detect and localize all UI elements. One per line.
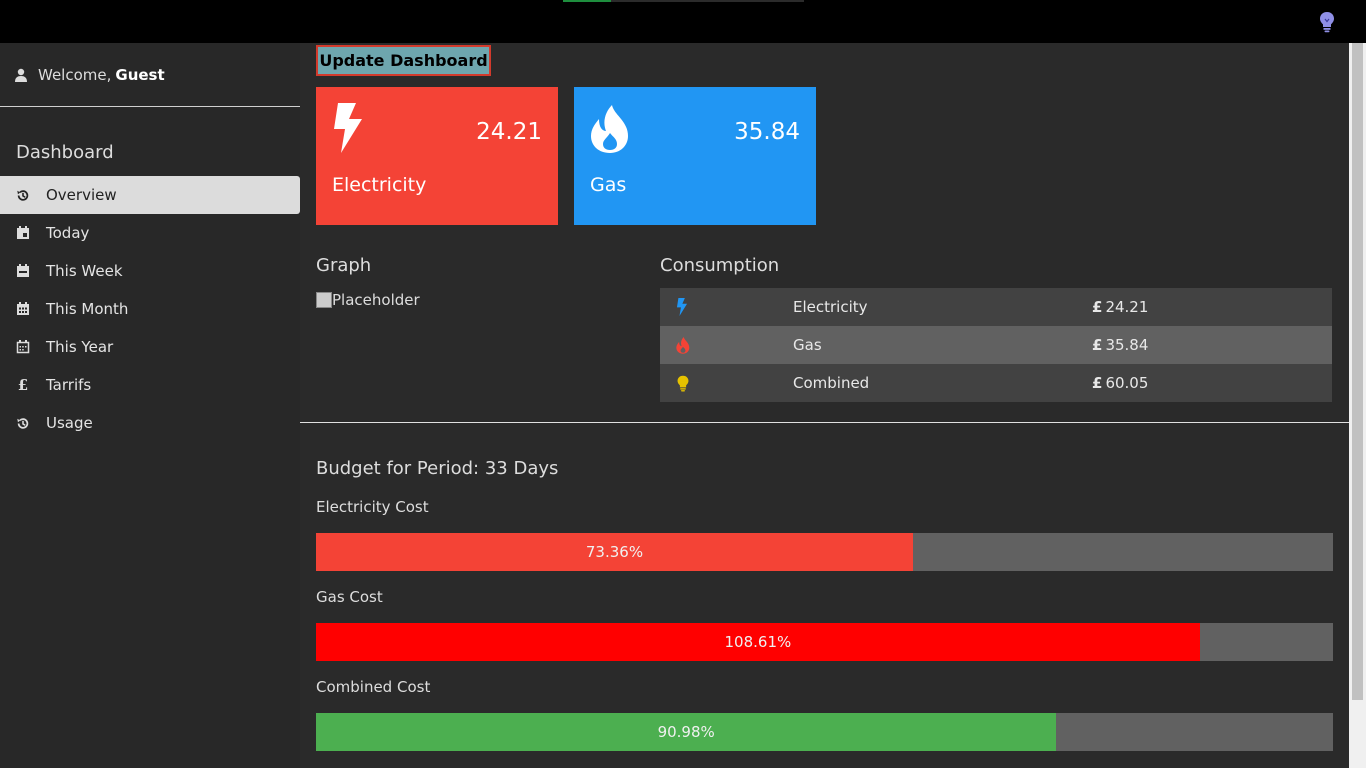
sidebar-item-tarrifs[interactable]: £ Tarrifs [0, 366, 300, 404]
electricity-card-value: 24.21 [476, 119, 542, 145]
calendar-month-icon [16, 302, 30, 316]
user-icon [15, 68, 27, 82]
sidebar-nav: Overview Today This Week This Month This… [0, 176, 300, 442]
consumption-name: Combined [793, 374, 870, 392]
electricity-cost-bar: 73.36% [316, 533, 1333, 571]
sidebar-divider [0, 106, 300, 107]
budget-title: Budget for Period: 33 Days [316, 458, 559, 479]
history-icon [16, 188, 30, 202]
sidebar-item-overview[interactable]: Overview [0, 176, 300, 214]
lightning-icon [334, 103, 362, 153]
vertical-scrollbar[interactable] [1349, 43, 1366, 768]
combined-cost-fill: 90.98% [316, 713, 1057, 751]
combined-cost-label: Combined Cost [316, 678, 431, 696]
currency-symbol: £ [1092, 374, 1103, 392]
section-divider [300, 422, 1349, 423]
sidebar-item-label: This Week [46, 262, 123, 280]
consumption-value: £60.05 [1092, 374, 1332, 392]
graph-title: Graph [316, 255, 372, 276]
main-content: Update Dashboard 24.21 Electricity 35.84… [300, 43, 1349, 768]
welcome-prefix: Welcome, [38, 66, 112, 84]
sidebar-item-usage[interactable]: Usage [0, 404, 300, 442]
calendar-year-icon [16, 340, 30, 354]
table-row: Gas £35.84 [660, 326, 1332, 364]
consumption-value: £35.84 [1092, 336, 1332, 354]
electricity-cost-label: Electricity Cost [316, 498, 429, 516]
flame-icon [660, 336, 793, 354]
gas-card-value: 35.84 [734, 119, 800, 145]
electricity-cost-fill: 73.36% [316, 533, 913, 571]
sidebar-item-label: Overview [46, 186, 117, 204]
lightning-icon [660, 298, 793, 316]
welcome-message: Welcome, Guest [14, 66, 165, 84]
sidebar-item-label: Usage [46, 414, 93, 432]
sidebar-item-this-year[interactable]: This Year [0, 328, 300, 366]
sidebar-item-label: Tarrifs [46, 376, 92, 394]
loading-progress-bar [563, 0, 804, 2]
lightbulb-icon[interactable] [1318, 11, 1336, 33]
table-row: Electricity £24.21 [660, 288, 1332, 326]
gas-card-label: Gas [590, 174, 627, 196]
sidebar-item-label: This Year [46, 338, 114, 356]
sidebar-section-title: Dashboard [16, 142, 114, 163]
sidebar-item-label: This Month [46, 300, 129, 318]
gas-cost-fill: 108.61% [316, 623, 1200, 661]
consumption-title: Consumption [660, 255, 780, 276]
combined-cost-bar: 90.98% [316, 713, 1333, 751]
update-dashboard-button[interactable]: Update Dashboard [316, 45, 491, 76]
sidebar: Welcome, Guest Dashboard Overview Today … [0, 43, 300, 768]
gas-cost-bar: 108.61% [316, 623, 1333, 661]
sidebar-item-today[interactable]: Today [0, 214, 300, 252]
history-icon [16, 416, 30, 430]
consumption-table: Electricity £24.21 Gas £35.84 Combined £… [660, 288, 1332, 402]
pound-icon: £ [17, 376, 29, 394]
table-row: Combined £60.05 [660, 364, 1332, 402]
electricity-card: 24.21 Electricity [316, 87, 558, 225]
consumption-name: Electricity [793, 298, 868, 316]
graph-placeholder-image: Placeholder [316, 291, 420, 309]
consumption-value: £24.21 [1092, 298, 1332, 316]
broken-image-icon [316, 292, 332, 308]
calendar-day-icon [16, 226, 30, 240]
graph-image-alt: Placeholder [332, 291, 420, 309]
sidebar-item-label: Today [46, 224, 90, 242]
currency-symbol: £ [1092, 298, 1103, 316]
scrollbar-thumb[interactable] [1352, 43, 1363, 700]
calendar-week-icon [16, 264, 30, 278]
sidebar-item-this-week[interactable]: This Week [0, 252, 300, 290]
loading-progress-fill [563, 0, 612, 2]
consumption-amount: 35.84 [1105, 336, 1149, 354]
electricity-card-label: Electricity [332, 174, 427, 196]
consumption-name: Gas [793, 336, 822, 354]
consumption-amount: 24.21 [1105, 298, 1149, 316]
lightbulb-icon [660, 374, 793, 393]
gas-cost-label: Gas Cost [316, 588, 383, 606]
top-bar [0, 0, 1366, 43]
currency-symbol: £ [1092, 336, 1103, 354]
gas-card: 35.84 Gas [574, 87, 816, 225]
sidebar-item-this-month[interactable]: This Month [0, 290, 300, 328]
consumption-amount: 60.05 [1105, 374, 1149, 392]
welcome-username: Guest [115, 66, 165, 84]
flame-icon [591, 105, 628, 153]
